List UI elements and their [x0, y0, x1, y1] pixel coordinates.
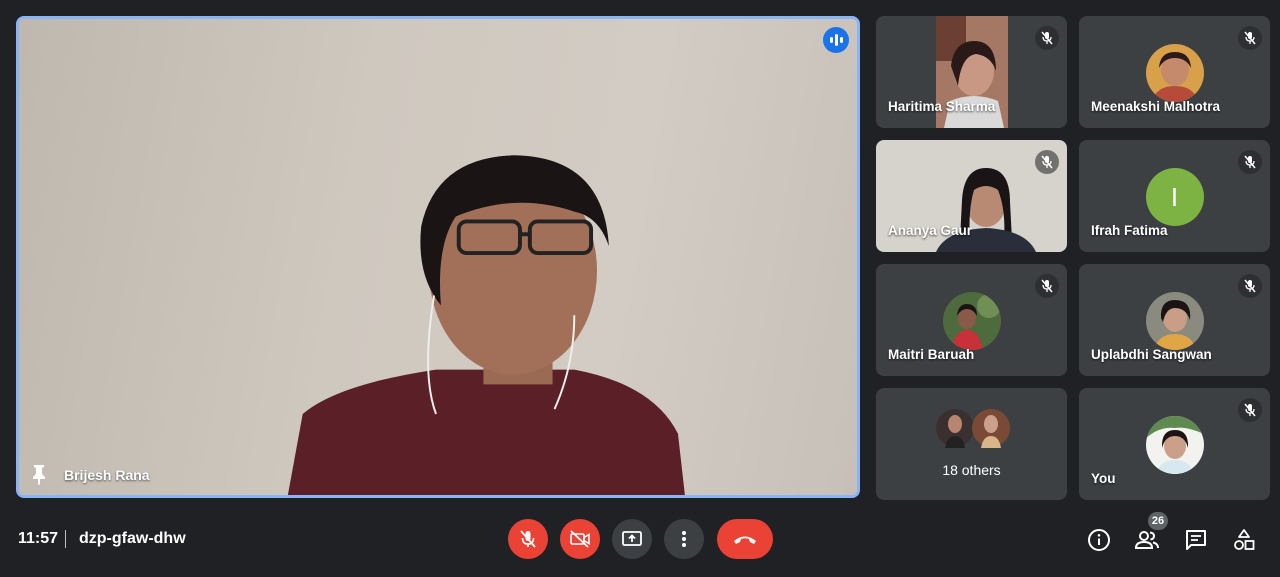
- mic-off-icon: [1238, 274, 1262, 298]
- divider: [65, 530, 66, 548]
- present-screen-icon: [622, 531, 642, 546]
- self-tile[interactable]: You: [1079, 388, 1270, 500]
- speaker-video-image: [287, 155, 685, 495]
- participant-name: Ifrah Fatima: [1091, 223, 1168, 238]
- camera-toggle-button[interactable]: [560, 519, 600, 559]
- participant-count-badge: 26: [1148, 512, 1168, 530]
- info-icon: [1088, 529, 1110, 551]
- mic-off-icon: [1035, 26, 1059, 50]
- participant-name: You: [1091, 471, 1116, 486]
- meeting-details-button[interactable]: [1085, 526, 1113, 554]
- others-tile[interactable]: 18 others: [876, 388, 1067, 500]
- mic-off-icon: [1035, 274, 1059, 298]
- activities-button[interactable]: [1230, 526, 1258, 554]
- participant-tile[interactable]: Haritima Sharma: [876, 16, 1067, 128]
- end-call-button[interactable]: [717, 519, 773, 559]
- clock: 11:57: [18, 530, 59, 547]
- participant-name: Meenakshi Malhotra: [1091, 99, 1221, 114]
- more-options-icon: [682, 531, 686, 547]
- avatar: [1145, 292, 1204, 350]
- meeting-code: dzp-gfaw-dhw: [79, 530, 186, 547]
- participant-name: Uplabdhi Sangwan: [1091, 347, 1212, 362]
- avatar: [1145, 44, 1204, 102]
- participant-name: Maitri Baruah: [888, 347, 975, 362]
- end-call-icon: [734, 536, 756, 544]
- mic-toggle-button[interactable]: [508, 519, 548, 559]
- activities-icon: [1234, 529, 1255, 550]
- speaking-icon: [823, 27, 849, 53]
- participant-tile[interactable]: Maitri Baruah: [876, 264, 1067, 376]
- pin-icon[interactable]: [29, 463, 49, 485]
- chat-button[interactable]: [1182, 526, 1210, 554]
- bottom-control-bar: 11:57 dzp-gfaw-dhw 26: [0, 510, 1280, 570]
- people-button[interactable]: [1133, 526, 1161, 554]
- people-icon: [1134, 531, 1159, 549]
- main-speaker-name: Brijesh Rana: [64, 467, 150, 483]
- participant-name: Haritima Sharma: [888, 99, 996, 114]
- mic-off-icon: [1238, 398, 1262, 422]
- participant-tile[interactable]: Meenakshi Malhotra: [1079, 16, 1270, 128]
- participant-tile[interactable]: Ananya Gaur: [876, 140, 1067, 252]
- avatar: [1145, 416, 1204, 474]
- present-screen-button[interactable]: [612, 519, 652, 559]
- others-count-label: 18 others: [942, 462, 1001, 478]
- participant-name: Ananya Gaur: [888, 223, 973, 238]
- chat-icon: [1186, 530, 1206, 550]
- mic-off-icon: [1238, 150, 1262, 174]
- more-options-button[interactable]: [664, 519, 704, 559]
- avatar: I: [1145, 168, 1204, 226]
- mic-off-icon: [1035, 150, 1059, 174]
- mic-off-icon: [520, 530, 536, 548]
- participant-tile[interactable]: Uplabdhi Sangwan: [1079, 264, 1270, 376]
- participant-tile[interactable]: I Ifrah Fatima: [1079, 140, 1270, 252]
- main-video-tile[interactable]: Brijesh Rana: [16, 16, 860, 498]
- camera-off-icon: [570, 530, 590, 548]
- others-avatars: [936, 409, 1010, 448]
- mic-off-icon: [1238, 26, 1262, 50]
- avatar: [942, 292, 1001, 350]
